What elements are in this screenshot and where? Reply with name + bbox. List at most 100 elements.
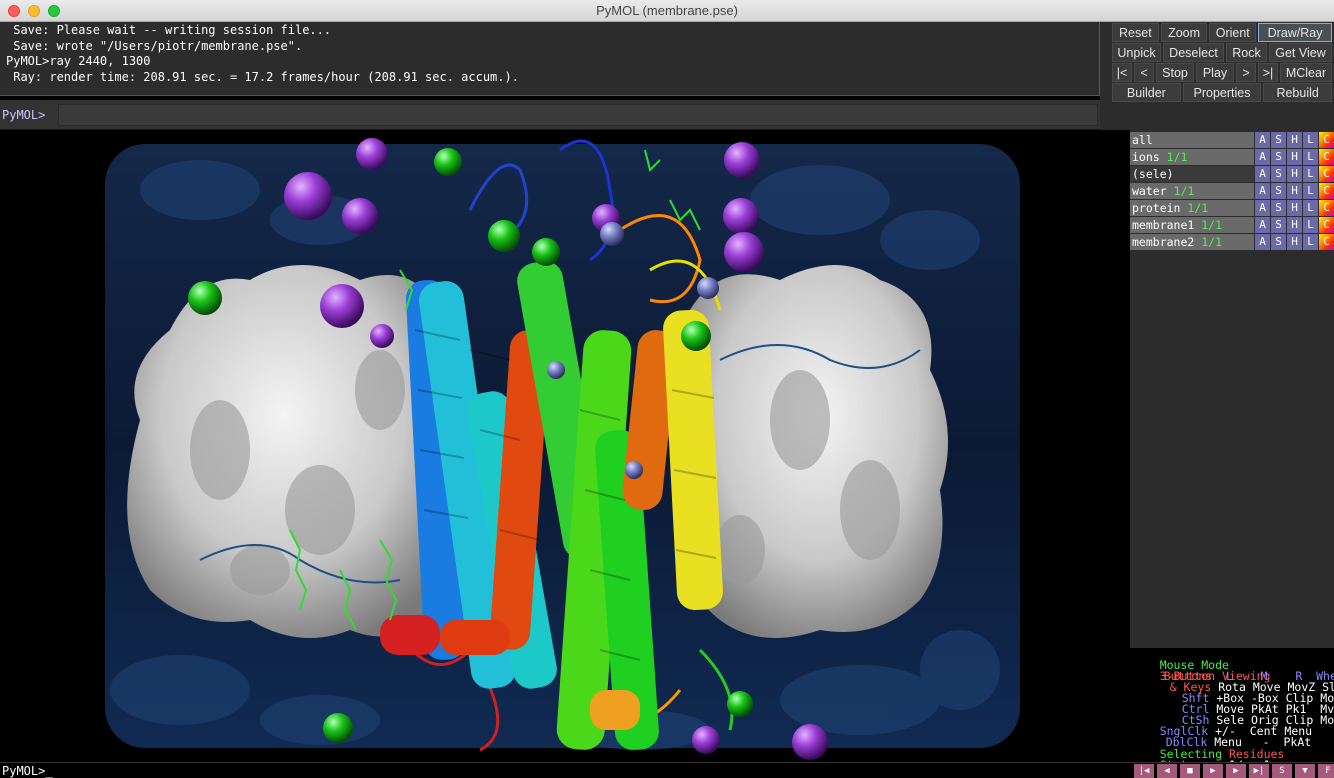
stop-button[interactable]: Stop <box>1156 63 1194 82</box>
hide-button[interactable]: H <box>1287 183 1302 199</box>
properties-button[interactable]: Properties <box>1182 83 1262 102</box>
window-title: PyMOL (membrane.pse) <box>596 3 738 18</box>
console-line: PyMOL>ray 2440, 1300 <box>6 54 151 68</box>
color-button[interactable]: C <box>1319 132 1334 148</box>
zoom-button[interactable]: Zoom <box>1160 23 1208 42</box>
fullscreen-button[interactable]: F <box>1318 764 1334 778</box>
show-button[interactable]: S <box>1271 234 1286 250</box>
object-row-membrane1[interactable]: membrane1 1/1 A S H L C <box>1130 217 1334 233</box>
object-row-sele[interactable]: (sele) A S H L C <box>1130 166 1334 182</box>
object-row-protein[interactable]: protein 1/1 A S H L C <box>1130 200 1334 216</box>
object-name[interactable]: all <box>1130 132 1254 148</box>
action-button[interactable]: A <box>1255 183 1270 199</box>
action-button[interactable]: A <box>1255 217 1270 233</box>
movie-back-button[interactable]: ◀ <box>1157 764 1177 778</box>
command-input[interactable] <box>58 104 1098 126</box>
button-panel: Reset Zoom Orient Draw/Ray Unpick Desele… <box>1100 22 1334 130</box>
rewind-button[interactable]: |< <box>1112 63 1132 82</box>
color-button[interactable]: C <box>1319 200 1334 216</box>
hide-button[interactable]: H <box>1287 234 1302 250</box>
show-button[interactable]: S <box>1271 149 1286 165</box>
action-button[interactable]: A <box>1255 132 1270 148</box>
action-button[interactable]: A <box>1255 200 1270 216</box>
label-button[interactable]: L <box>1303 217 1318 233</box>
rendered-molecule-scene <box>105 138 1020 760</box>
movie-menu-button[interactable]: ▼ <box>1295 764 1315 778</box>
unpick-button[interactable]: Unpick <box>1112 43 1161 62</box>
mouse-binding-row: DblClk Menu - PkAt <box>1165 735 1312 750</box>
movie-forward-button[interactable]: ▶ <box>1226 764 1246 778</box>
label-button[interactable]: L <box>1303 234 1318 250</box>
hide-button[interactable]: H <box>1287 132 1302 148</box>
play-button[interactable]: Play <box>1196 63 1234 82</box>
viewer-prompt[interactable]: PyMOL>_ <box>2 764 53 778</box>
object-panel: all A S H L C ions 1/1 A S H L C (sele) … <box>1130 130 1334 648</box>
label-button[interactable]: L <box>1303 166 1318 182</box>
color-button[interactable]: C <box>1319 217 1334 233</box>
show-button[interactable]: S <box>1271 183 1286 199</box>
get-view-button[interactable]: Get View <box>1269 43 1332 62</box>
show-button[interactable]: S <box>1271 166 1286 182</box>
console-line: Ray: render time: 208.91 sec. = 17.2 fra… <box>6 69 519 84</box>
object-name[interactable]: water 1/1 <box>1130 183 1254 199</box>
hide-button[interactable]: H <box>1287 200 1302 216</box>
hide-button[interactable]: H <box>1287 217 1302 233</box>
command-prompt: PyMOL> <box>2 108 46 122</box>
object-row-all[interactable]: all A S H L C <box>1130 132 1334 148</box>
mouse-mode-row[interactable]: Mouse Mode 3-Button Viewing <box>1132 649 1271 682</box>
object-row-water[interactable]: water 1/1 A S H L C <box>1130 183 1334 199</box>
object-name[interactable]: membrane1 1/1 <box>1130 217 1254 233</box>
color-button[interactable]: C <box>1319 183 1334 199</box>
object-row-membrane2[interactable]: membrane2 1/1 A S H L C <box>1130 234 1334 250</box>
draw-ray-button[interactable]: Draw/Ray <box>1258 23 1333 42</box>
orient-button[interactable]: Orient <box>1209 23 1257 42</box>
mouse-buttons-header: Buttons L M R Wheel <box>1163 669 1334 684</box>
object-name[interactable]: protein 1/1 <box>1130 200 1254 216</box>
mouse-binding-row: & Keys Rota Move MovZ Slab <box>1169 680 1334 695</box>
molecular-viewport[interactable] <box>0 130 1130 762</box>
mclear-button[interactable]: MClear <box>1280 63 1332 82</box>
object-name[interactable]: (sele) <box>1130 166 1254 182</box>
builder-button[interactable]: Builder <box>1112 83 1181 102</box>
forward-button[interactable]: > <box>1236 63 1256 82</box>
action-button[interactable]: A <box>1255 234 1270 250</box>
color-button[interactable]: C <box>1319 234 1334 250</box>
label-button[interactable]: L <box>1303 132 1318 148</box>
mouse-binding-row: Ctrl Move PkAt Pk1 MvSZ <box>1181 702 1334 717</box>
action-button[interactable]: A <box>1255 166 1270 182</box>
hide-button[interactable]: H <box>1287 149 1302 165</box>
movie-end-button[interactable]: ▶| <box>1249 764 1269 778</box>
hide-button[interactable]: H <box>1287 166 1302 182</box>
label-button[interactable]: L <box>1303 183 1318 199</box>
button-row-3: |< < Stop Play > >| MClear <box>1112 63 1332 82</box>
mouse-binding-row: CtSh Sele Orig Clip MovZ <box>1181 713 1334 728</box>
deselect-button[interactable]: Deselect <box>1163 43 1224 62</box>
back-button[interactable]: < <box>1134 63 1154 82</box>
bottom-bar: PyMOL>_ |◀ ◀ ■ ▶ ▶ ▶| S ▼ F <box>0 762 1334 778</box>
show-button[interactable]: S <box>1271 217 1286 233</box>
console-output: Save: Please wait -- writing session fil… <box>0 22 1100 96</box>
state-row: State 1/ 1 <box>1132 749 1271 771</box>
color-button[interactable]: C <box>1319 149 1334 165</box>
show-button[interactable]: S <box>1271 132 1286 148</box>
label-button[interactable]: L <box>1303 149 1318 165</box>
show-button[interactable]: S <box>1271 200 1286 216</box>
selecting-mode-row[interactable]: Selecting Residues <box>1132 738 1285 760</box>
action-button[interactable]: A <box>1255 149 1270 165</box>
console-line: Save: Please wait -- writing session fil… <box>6 23 332 37</box>
reset-button[interactable]: Reset <box>1112 23 1159 42</box>
rock-button[interactable]: Rock <box>1226 43 1267 62</box>
movie-scene-button[interactable]: S <box>1272 764 1292 778</box>
movie-rewind-button[interactable]: |◀ <box>1134 764 1154 778</box>
object-name[interactable]: ions 1/1 <box>1130 149 1254 165</box>
mouse-binding-row: SnglClk +/- Cent Menu <box>1159 724 1313 739</box>
label-button[interactable]: L <box>1303 200 1318 216</box>
object-name[interactable]: membrane2 1/1 <box>1130 234 1254 250</box>
rebuild-button[interactable]: Rebuild <box>1263 83 1333 102</box>
color-button[interactable]: C <box>1319 166 1334 182</box>
mouse-mode-panel[interactable]: Mouse Mode 3-Button Viewing Buttons L M … <box>1130 648 1334 771</box>
end-button[interactable]: >| <box>1258 63 1278 82</box>
movie-stop-button[interactable]: ■ <box>1180 764 1200 778</box>
object-row-ions[interactable]: ions 1/1 A S H L C <box>1130 149 1334 165</box>
movie-play-button[interactable]: ▶ <box>1203 764 1223 778</box>
